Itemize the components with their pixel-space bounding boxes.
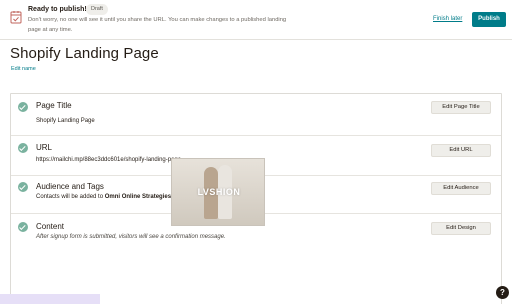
row-subtitle: After signup form is submitted, visitors… bbox=[36, 234, 226, 240]
row-title: Content bbox=[36, 222, 65, 231]
row-subtitle: Contacts will be added to Omni Online St… bbox=[36, 194, 171, 200]
publish-status-title: Ready to publish! bbox=[28, 6, 87, 13]
preview-logo-text: LVSHION bbox=[197, 187, 241, 197]
edit-name-link[interactable]: Edit name bbox=[11, 66, 36, 72]
row-subtitle: Shopify Landing Page bbox=[36, 118, 95, 124]
check-circle-icon bbox=[18, 182, 28, 192]
audience-prefix: Contacts will be added to bbox=[36, 194, 105, 200]
checklist-row-page-title: Page Title Shopify Landing Page Edit Pag… bbox=[11, 94, 501, 136]
row-title: URL bbox=[36, 143, 53, 152]
edit-page-title-button[interactable]: Edit Page Title bbox=[431, 101, 491, 114]
row-title: Audience and Tags bbox=[36, 182, 104, 191]
checklist-row-content: Content After signup form is submitted, … bbox=[11, 214, 501, 304]
audience-name: Omni Online Strategies bbox=[104, 194, 172, 200]
page-title: Shopify Landing Page bbox=[10, 45, 159, 62]
edit-design-button[interactable]: Edit Design bbox=[431, 222, 491, 235]
help-icon[interactable]: ? bbox=[496, 286, 509, 299]
row-title: Page Title bbox=[36, 101, 72, 110]
publish-bar: Ready to publish! Draft Don't worry, no … bbox=[0, 0, 512, 40]
bottom-banner bbox=[0, 294, 100, 304]
check-circle-icon bbox=[18, 143, 28, 153]
publish-message: Don't worry, no one will see it until yo… bbox=[28, 17, 287, 33]
edit-url-button[interactable]: Edit URL bbox=[431, 144, 491, 157]
row-url-value: https://mailchi.mp/88ec3ddc601e/shopify-… bbox=[36, 157, 182, 163]
check-circle-icon bbox=[18, 102, 28, 112]
edit-audience-button[interactable]: Edit Audience bbox=[431, 182, 491, 195]
publish-button[interactable]: Publish bbox=[472, 12, 506, 27]
finish-later-link[interactable]: Finish later bbox=[433, 16, 462, 22]
landing-page-preview[interactable]: LVSHION bbox=[171, 158, 265, 226]
draft-badge: Draft bbox=[86, 4, 108, 15]
calendar-check-icon bbox=[10, 11, 22, 24]
check-circle-icon bbox=[18, 222, 28, 232]
